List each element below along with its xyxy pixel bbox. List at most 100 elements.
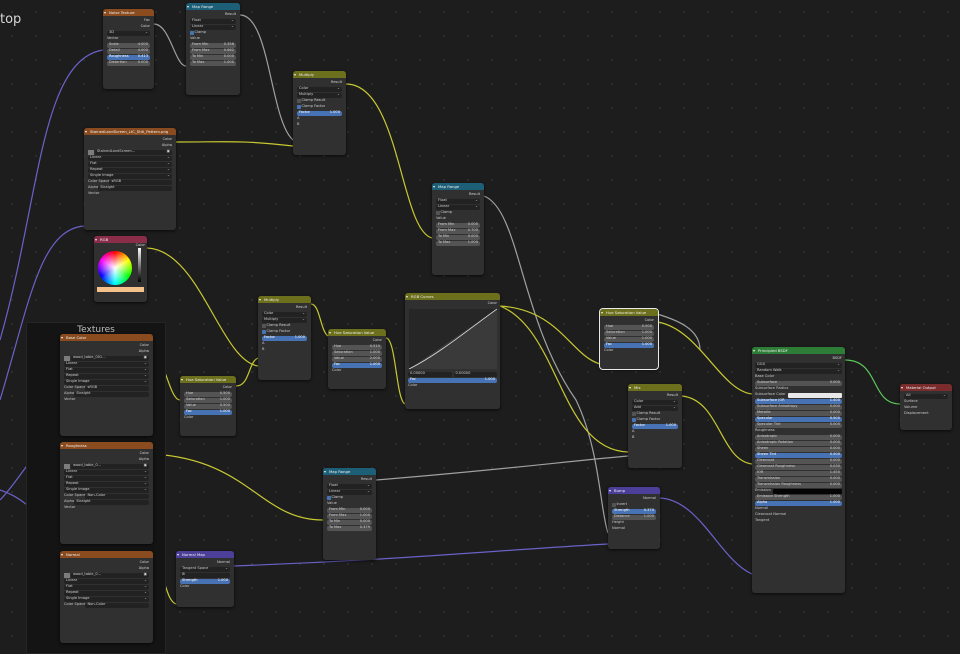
blend-mode-select[interactable]: Add ⌄ xyxy=(632,405,678,411)
interpolation-select[interactable]: Linear ⌄ xyxy=(436,204,480,210)
socket-color-in[interactable]: Color xyxy=(408,383,497,389)
color-space-select[interactable]: Non-Color xyxy=(85,602,149,608)
field-to-max[interactable]: To Max 0.379 xyxy=(327,525,372,531)
clamp-result-checkbox[interactable] xyxy=(632,412,636,416)
socket-color[interactable]: Color xyxy=(408,301,497,307)
field-saturation[interactable]: Saturation 1.000 xyxy=(184,397,232,403)
field-from-min[interactable]: From Min 0.000 xyxy=(436,222,480,228)
blend-mode-select[interactable]: Multiply ⌄ xyxy=(262,317,307,323)
field-clearcoat-roughness[interactable]: Clearcoat Roughness 0.030 xyxy=(755,464,842,470)
image-file-field[interactable]: wood_table_001... ▣ xyxy=(71,355,149,361)
color-space-select[interactable]: sRGB xyxy=(109,179,172,185)
dimension-select[interactable]: 3D ⌄ xyxy=(107,30,150,36)
field-specular-tint[interactable]: Specular Tint 0.000 xyxy=(755,422,842,428)
clamp-factor-checkbox[interactable] xyxy=(262,330,266,334)
node-header[interactable]: Map Range xyxy=(323,468,376,475)
field-from-max[interactable]: From Max 0.662 xyxy=(190,48,236,54)
emission-color-swatch[interactable] xyxy=(773,488,842,494)
node-header[interactable]: Normal Map xyxy=(176,551,234,558)
node-header[interactable]: Multiply xyxy=(258,296,311,303)
extension-select[interactable]: Repeat ⌄ xyxy=(88,167,172,173)
socket-normal-in[interactable]: Normal xyxy=(612,526,656,532)
uv-map-field[interactable]: ⊞ xyxy=(180,572,230,578)
field-from-min[interactable]: From Min 0.000 xyxy=(327,507,372,513)
field-factor[interactable]: Factor 1.000 xyxy=(297,110,342,116)
projection-select[interactable]: Flat ⌄ xyxy=(64,584,149,590)
node-header[interactable]: Hue Saturation Value xyxy=(328,329,386,336)
image-file-field[interactable]: wood_table_0... ▣ xyxy=(71,572,149,578)
clamp-factor-checkbox[interactable] xyxy=(632,418,636,422)
field-from-max[interactable]: From Max 1.000 xyxy=(327,513,372,519)
folder-icon[interactable]: ▣ xyxy=(167,150,170,154)
image-file-field[interactable]: wood_table_0... ▣ xyxy=(71,463,149,469)
node-header[interactable]: Principled BSDF xyxy=(752,347,845,354)
node-header[interactable]: RGB xyxy=(94,236,147,243)
socket-b[interactable]: B xyxy=(262,347,307,353)
type-select[interactable]: Float ⌄ xyxy=(327,483,372,489)
field-transmission-roughness[interactable]: Transmission Roughness 0.000 xyxy=(755,482,842,488)
field-value[interactable]: Value 1.000 xyxy=(604,336,654,342)
socket-color-in[interactable]: Color xyxy=(184,415,232,421)
socket-color-in[interactable]: Color xyxy=(604,348,654,354)
node-header[interactable]: Material Output xyxy=(900,384,952,391)
subsurface-color-swatch[interactable] xyxy=(787,392,842,398)
node-header[interactable]: Noise Texture xyxy=(103,9,154,16)
field-hue[interactable]: Hue 0.500 xyxy=(184,391,232,397)
field-anisotropic[interactable]: Anisotropic 0.000 xyxy=(755,434,842,440)
node-header[interactable]: Normal xyxy=(60,551,153,558)
mix-add-node[interactable]: Mix Result Color⌄ Add⌄ Clamp Result Clam… xyxy=(628,384,682,468)
target-select[interactable]: All ⌄ xyxy=(904,393,948,399)
field-sheen[interactable]: Sheen 0.000 xyxy=(755,446,842,452)
normal-texture-node[interactable]: Normal Color Alpha wood_table_0...▣ Line… xyxy=(60,551,153,643)
data-type-select[interactable]: Color ⌄ xyxy=(632,399,678,405)
field-strength[interactable]: Strength 0.370 xyxy=(612,508,656,514)
field-fac[interactable]: Fac 1.000 xyxy=(408,377,497,383)
extension-select[interactable]: Repeat ⌄ xyxy=(64,481,149,487)
field-alpha[interactable]: Alpha 1.000 xyxy=(755,500,842,506)
field-emission-strength[interactable]: Emission Strength 1.000 xyxy=(755,494,842,500)
projection-select[interactable]: Flat ⌄ xyxy=(64,475,149,481)
field-value[interactable]: Value 2.000 xyxy=(332,356,382,362)
field-from-max[interactable]: From Max 0.700 xyxy=(436,228,480,234)
alpha-mode-select[interactable]: Straight xyxy=(74,499,149,505)
field-detail[interactable]: Detail 4.000 xyxy=(107,48,150,54)
value-slider[interactable] xyxy=(138,248,141,282)
image-file-field[interactable]: StainedLandScreen... ▣ xyxy=(95,149,172,155)
field-fac[interactable]: Fac 1.000 xyxy=(332,362,382,368)
folder-icon[interactable]: ▣ xyxy=(144,464,147,468)
multiply-node-2[interactable]: Multiply Result Color⌄ Multiply⌄ Clamp R… xyxy=(258,296,311,380)
node-header[interactable]: Hue Saturation Value xyxy=(600,309,658,316)
color-space-select[interactable]: Non-Color xyxy=(85,493,149,499)
alpha-mode-select[interactable]: Straight xyxy=(74,391,149,397)
field-ior[interactable]: IOR 1.450 xyxy=(755,470,842,476)
color-swatch[interactable] xyxy=(97,287,144,292)
field-sheen-tint[interactable]: Sheen Tint 0.500 xyxy=(755,452,842,458)
data-type-select[interactable]: Color ⌄ xyxy=(297,86,342,92)
noise-texture-node[interactable]: Noise Texture Fac Color 3D⌄ Vector Scale… xyxy=(103,9,154,89)
color-space-select[interactable]: sRGB xyxy=(85,385,149,391)
data-type-select[interactable]: Color ⌄ xyxy=(262,311,307,317)
field-metallic[interactable]: Metallic 0.000 xyxy=(755,410,842,416)
interpolation-select[interactable]: Linear ⌄ xyxy=(64,361,149,367)
extension-select[interactable]: Repeat ⌄ xyxy=(64,373,149,379)
clamp-factor-checkbox[interactable] xyxy=(297,105,301,109)
material-output-node[interactable]: Material Output All⌄ Surface Volume Disp… xyxy=(900,384,952,430)
map-range-node-1[interactable]: Map Range Result Float⌄ Linear⌄ Clamp Va… xyxy=(186,3,240,95)
bump-node[interactable]: Bump Normal Invert Strength0.370 Distanc… xyxy=(608,487,660,549)
socket-vector[interactable]: Vector xyxy=(64,397,149,403)
node-header[interactable]: Mix xyxy=(628,384,682,391)
field-to-min[interactable]: To Min 0.000 xyxy=(327,519,372,525)
socket-color-in[interactable]: Color xyxy=(180,584,230,590)
rgb-node[interactable]: RGB Color xyxy=(94,236,147,302)
field-to-min[interactable]: To Min 0.000 xyxy=(436,234,480,240)
field-specular[interactable]: Specular 0.500 xyxy=(755,416,842,422)
clamp-result-checkbox[interactable] xyxy=(262,324,266,328)
field-value[interactable]: Value 0.500 xyxy=(184,403,232,409)
field-factor[interactable]: Factor 1.000 xyxy=(632,423,678,429)
node-header[interactable]: Base Color xyxy=(60,334,153,341)
field-distance[interactable]: Distance 1.000 xyxy=(612,514,656,520)
clamp-checkbox[interactable] xyxy=(436,211,440,215)
map-range-node-2[interactable]: Map Range Result Float⌄ Linear⌄ Clamp Va… xyxy=(432,183,484,275)
hue-saturation-node-3[interactable]: Hue Saturation Value Color Hue0.500 Satu… xyxy=(599,308,659,370)
field-saturation[interactable]: Saturation 1.000 xyxy=(332,350,382,356)
